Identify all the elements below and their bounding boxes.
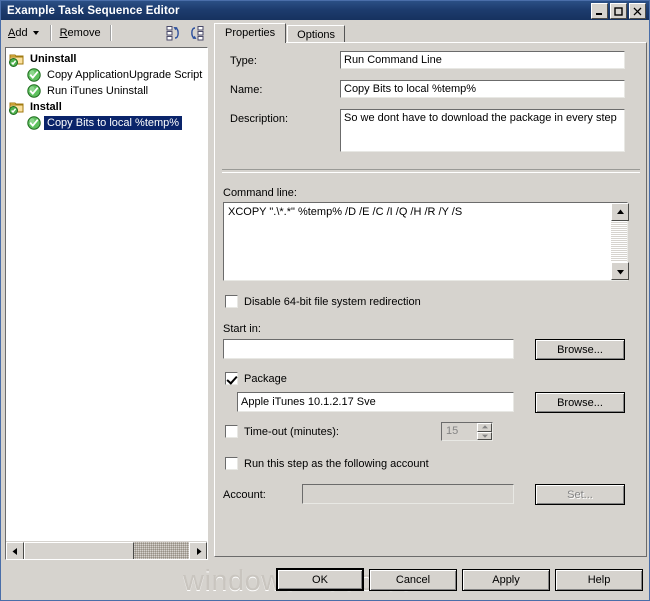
package-label: Package xyxy=(244,372,287,385)
cancel-button[interactable]: Cancel xyxy=(369,569,457,591)
toolbar-separator-2 xyxy=(109,25,111,41)
timeout-checkbox[interactable] xyxy=(225,425,238,438)
tab-properties[interactable]: Properties xyxy=(214,23,287,43)
timeout-value[interactable]: 15 xyxy=(442,423,477,440)
tree-node-label: Uninstall xyxy=(30,53,77,65)
tab-options[interactable]: Options xyxy=(287,25,346,43)
name-label: Name: xyxy=(230,84,263,96)
scroll-up-icon[interactable] xyxy=(611,203,629,221)
disable-redirection-label: Disable 64-bit file system redirection xyxy=(244,295,421,308)
type-field xyxy=(340,51,625,69)
minimize-button[interactable] xyxy=(591,3,608,19)
chevron-down-icon xyxy=(32,31,39,35)
account-set-button: Set... xyxy=(535,484,625,505)
disable-redirection-row[interactable]: Disable 64-bit file system redirection xyxy=(225,295,421,308)
name-field[interactable] xyxy=(340,80,625,98)
command-line-textarea[interactable]: XCOPY ".\*.*" %temp% /D /E /C /I /Q /H /… xyxy=(223,202,629,281)
ok-button[interactable]: OK xyxy=(276,568,364,591)
folder-step-icon xyxy=(9,51,25,67)
tree-node-group[interactable]: Install xyxy=(9,99,207,115)
run-as-label: Run this step as the following account xyxy=(244,457,429,470)
scrollbar-track[interactable] xyxy=(24,542,189,559)
tree-node-label: Copy Bits to local %temp% xyxy=(44,116,183,130)
tree-node-label: Copy ApplicationUpgrade Script xyxy=(47,69,203,81)
command-line-scrollbar[interactable] xyxy=(611,203,629,280)
apply-button[interactable]: Apply xyxy=(462,569,550,591)
close-button[interactable] xyxy=(629,3,646,19)
maximize-button[interactable] xyxy=(610,3,627,19)
scroll-right-icon[interactable] xyxy=(189,542,207,559)
title-bar: Example Task Sequence Editor xyxy=(1,1,649,20)
green-check-icon xyxy=(26,67,42,83)
section-separator xyxy=(222,169,640,173)
run-as-row[interactable]: Run this step as the following account xyxy=(225,457,429,470)
tree-node-label: Run iTunes Uninstall xyxy=(47,85,149,97)
description-field[interactable]: So we dont have to download the package … xyxy=(340,109,625,152)
package-row[interactable]: Package xyxy=(225,372,287,385)
green-check-icon xyxy=(26,83,42,99)
command-line-value[interactable]: XCOPY ".\*.*" %temp% /D /E /C /I /Q /H /… xyxy=(224,203,611,280)
tree-node-label: Install xyxy=(30,101,62,113)
folder-step-icon xyxy=(9,99,25,115)
tree-node-step-selected[interactable]: Copy Bits to local %temp% xyxy=(9,115,207,131)
window-title: Example Task Sequence Editor xyxy=(7,4,180,17)
properties-panel: Type: Name: Description: So we dont have… xyxy=(214,42,647,557)
package-checkbox[interactable] xyxy=(225,372,238,385)
command-line-label: Command line: xyxy=(223,187,297,199)
account-label: Account: xyxy=(223,489,266,501)
add-button-label: dd xyxy=(15,27,28,39)
toolbar-separator-1 xyxy=(49,25,51,41)
package-browse-button[interactable]: Browse... xyxy=(535,392,625,413)
tree-node-step[interactable]: Run iTunes Uninstall xyxy=(9,83,207,99)
disable-redirection-checkbox[interactable] xyxy=(225,295,238,308)
green-check-icon xyxy=(26,115,42,131)
window-controls xyxy=(591,3,646,19)
tree-node-group[interactable]: Uninstall xyxy=(9,51,207,67)
expand-all-icon[interactable] xyxy=(187,24,205,42)
remove-button-label: emove xyxy=(67,27,101,39)
package-field[interactable] xyxy=(237,392,514,412)
scrollbar-track[interactable] xyxy=(611,221,627,262)
add-button[interactable]: Add xyxy=(3,23,46,43)
tree-horizontal-scrollbar[interactable] xyxy=(6,541,207,559)
start-in-browse-button[interactable]: Browse... xyxy=(535,339,625,360)
properties-tab-control: Properties Options Type: Name: Descripti… xyxy=(214,23,647,557)
scroll-left-icon[interactable] xyxy=(6,542,24,559)
start-in-field[interactable] xyxy=(223,339,514,359)
scrollbar-thumb[interactable] xyxy=(24,542,134,559)
task-sequence-editor-window: Example Task Sequence Editor Add Remove xyxy=(0,0,650,601)
type-label: Type: xyxy=(230,55,257,67)
timeout-decrement-icon[interactable] xyxy=(477,431,492,440)
timeout-label: Time-out (minutes): xyxy=(244,425,339,438)
task-sequence-tree[interactable]: Uninstall Copy ApplicationUpgrade Script xyxy=(5,47,208,560)
help-button[interactable]: Help xyxy=(555,569,643,591)
tab-strip: Properties Options xyxy=(214,23,346,43)
timeout-spinner-buttons[interactable] xyxy=(477,423,492,440)
account-field xyxy=(302,484,514,504)
tree-node-step[interactable]: Copy ApplicationUpgrade Script xyxy=(9,67,207,83)
timeout-increment-icon[interactable] xyxy=(477,423,492,432)
remove-button[interactable]: Remove xyxy=(55,23,106,43)
collapse-all-icon[interactable] xyxy=(165,24,183,42)
description-label: Description: xyxy=(230,113,289,125)
remove-button-accel: R xyxy=(59,27,68,39)
timeout-spinner[interactable]: 15 xyxy=(441,422,493,441)
run-as-checkbox[interactable] xyxy=(225,457,238,470)
start-in-label: Start in: xyxy=(223,323,261,335)
timeout-row[interactable]: Time-out (minutes): xyxy=(225,425,339,438)
tree-node-list: Uninstall Copy ApplicationUpgrade Script xyxy=(6,48,207,542)
scroll-down-icon[interactable] xyxy=(611,262,629,280)
editor-toolbar: Add Remove xyxy=(3,21,209,45)
